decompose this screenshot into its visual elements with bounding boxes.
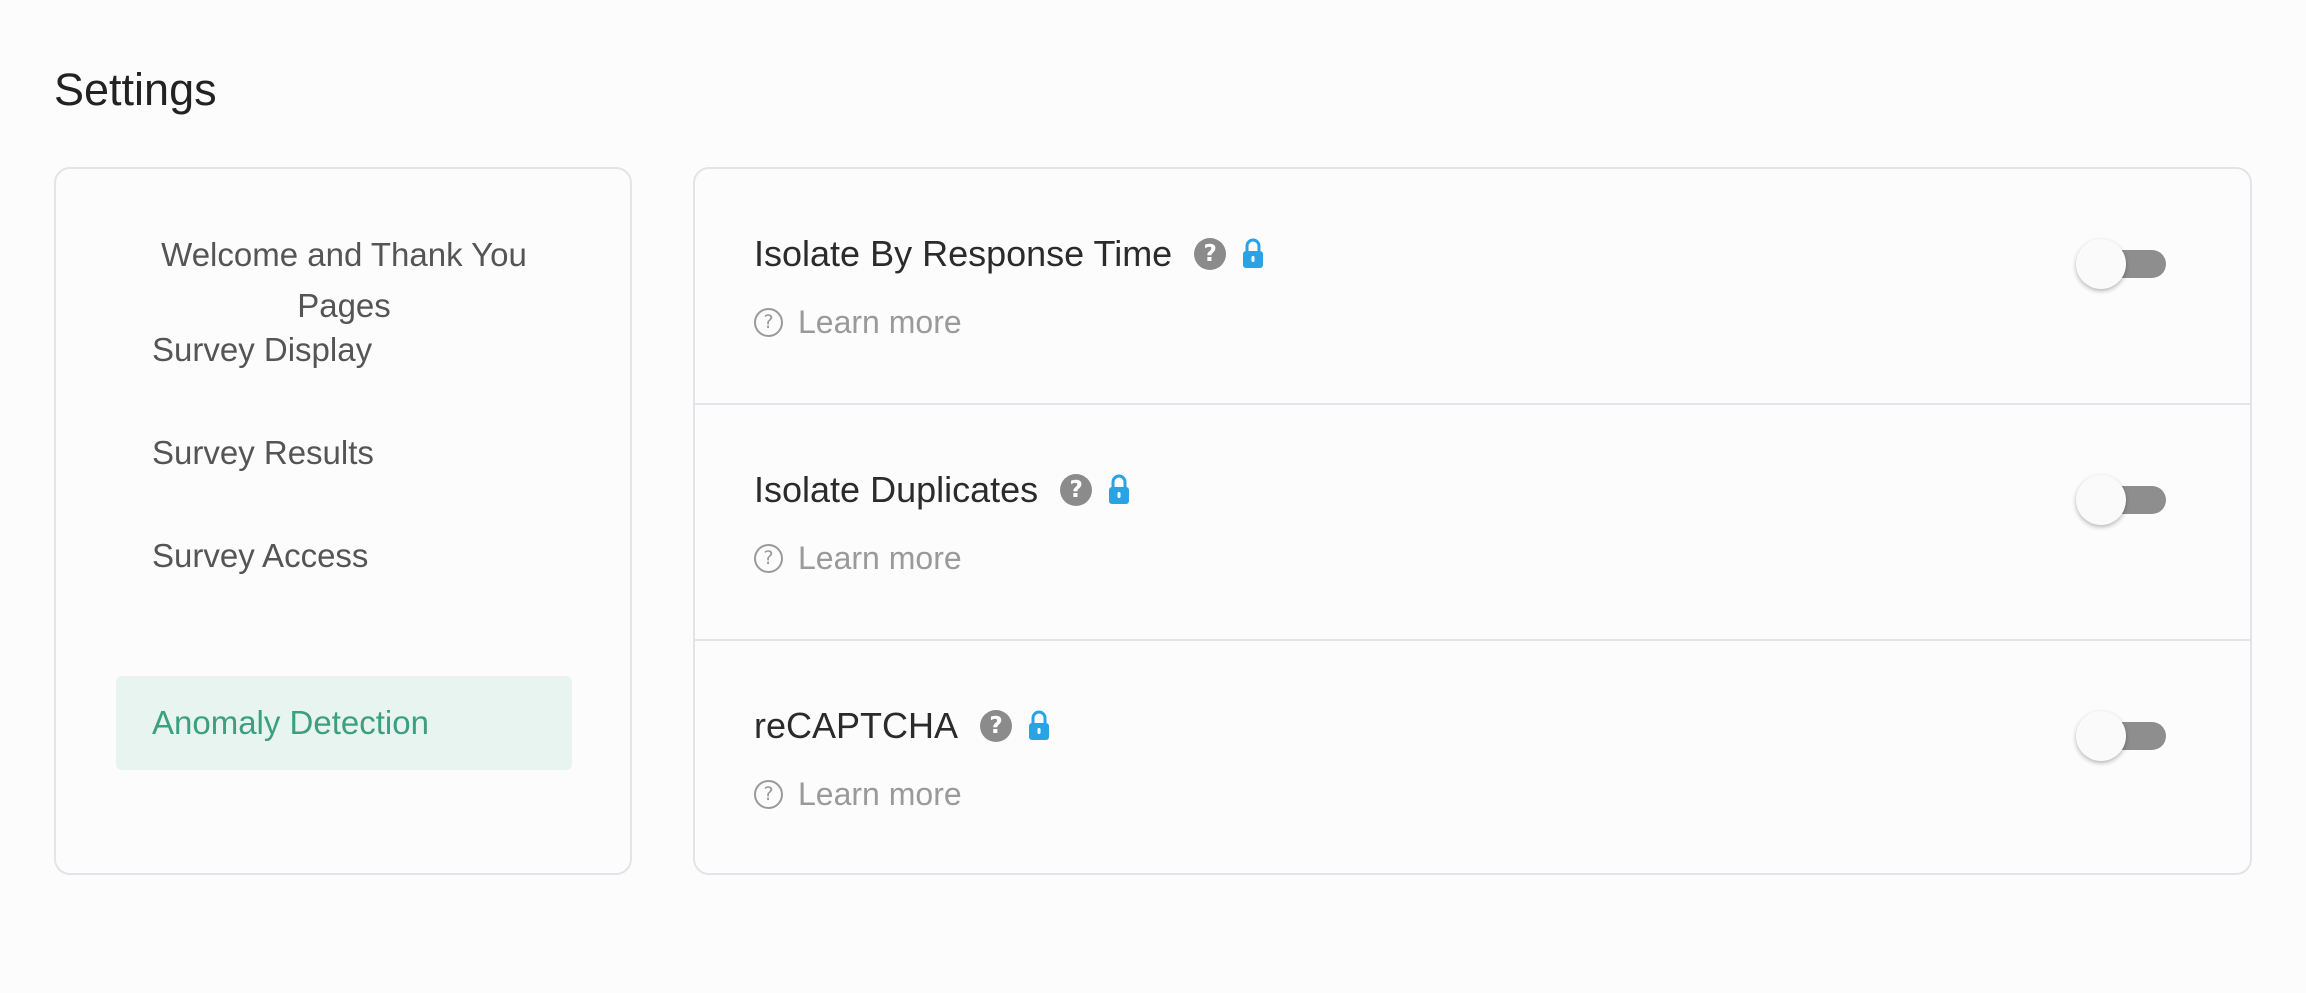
- lock-icon: [1109, 474, 1130, 504]
- anomaly-detection-panel: Isolate By Response Time ? ? Learn more …: [693, 167, 2252, 875]
- learn-more-link[interactable]: ? Learn more: [754, 772, 962, 816]
- learn-more-label: Learn more: [798, 539, 962, 576]
- sidebar-item-survey-access[interactable]: Survey Access: [116, 509, 572, 603]
- setting-title: Isolate By Response Time: [754, 233, 1173, 274]
- setting-row-isolate-duplicates: Isolate Duplicates ? ? Learn more: [695, 405, 2250, 641]
- setting-title: Isolate Duplicates: [754, 469, 1039, 510]
- lock-icon: [1243, 238, 1264, 268]
- question-circle-icon[interactable]: ?: [980, 710, 1013, 742]
- page-title: Settings: [54, 64, 217, 115]
- sidebar-item-survey-display[interactable]: Survey Display: [116, 303, 572, 397]
- sidebar-item-survey-results[interactable]: Survey Results: [116, 406, 572, 500]
- settings-sidebar: Welcome and Thank You Pages Survey Displ…: [54, 167, 632, 875]
- help-outline-icon: ?: [754, 543, 783, 573]
- recaptcha-toggle[interactable]: [2076, 711, 2168, 761]
- sidebar-item-anomaly-detection[interactable]: Anomaly Detection: [116, 676, 572, 770]
- help-outline-icon: ?: [754, 307, 783, 337]
- learn-more-link[interactable]: ? Learn more: [754, 300, 962, 344]
- lock-icon: [1029, 710, 1050, 740]
- isolate-duplicates-toggle[interactable]: [2076, 475, 2168, 525]
- setting-row-recaptcha: reCAPTCHA ? ? Learn more: [695, 641, 2250, 873]
- isolate-by-response-time-toggle[interactable]: [2076, 239, 2168, 289]
- learn-more-label: Learn more: [798, 775, 962, 812]
- learn-more-label: Learn more: [798, 303, 962, 340]
- settings-page: Settings Welcome and Thank You Pages Sur…: [0, 0, 2306, 993]
- help-outline-icon: ?: [754, 779, 783, 809]
- learn-more-link[interactable]: ? Learn more: [754, 536, 962, 580]
- setting-title: reCAPTCHA: [754, 705, 959, 746]
- setting-row-isolate-by-response-time: Isolate By Response Time ? ? Learn more: [695, 169, 2250, 405]
- question-circle-icon[interactable]: ?: [1060, 474, 1093, 506]
- question-circle-icon[interactable]: ?: [1194, 238, 1227, 270]
